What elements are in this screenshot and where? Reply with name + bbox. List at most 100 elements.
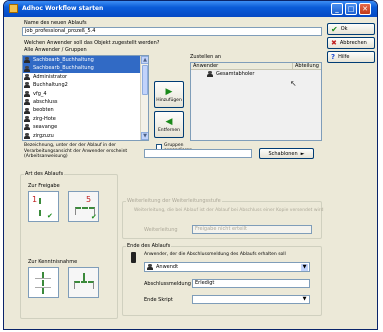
chevron-down-icon: ▼: [302, 296, 307, 302]
column-abteilung[interactable]: Abteilung: [293, 63, 321, 69]
maximize-button[interactable]: □: [345, 3, 357, 15]
scroll-down-arrow[interactable]: ▼: [141, 132, 148, 140]
all-users-list[interactable]: Sachbearb_Buchhaltung Sachbearb_Buchhaltu…: [22, 55, 149, 141]
user-icon: [24, 90, 30, 97]
list-item-label: Sachbearb_Buchhaltung: [33, 57, 94, 63]
user-icon: [24, 115, 30, 122]
workflow-app-icon: [9, 4, 18, 13]
end-question: Anwender, der die Abschlussmeldung des A…: [144, 252, 286, 257]
cancel-label: Abbrechen: [339, 40, 367, 46]
list-item-label: seavange: [33, 124, 58, 131]
check-icon: ✔: [331, 24, 338, 34]
recipients-question: Welchen Anwender soll das Objekt zugeste…: [24, 40, 160, 46]
list-item-label: zirg-Hote: [33, 115, 56, 122]
question-icon: ?: [331, 53, 336, 61]
end-user-select[interactable]: Anwendt ▼: [144, 262, 310, 272]
minimize-button[interactable]: _: [331, 3, 343, 15]
scroll-up-arrow[interactable]: ▲: [141, 56, 148, 64]
add-label: Hinzufügen: [156, 97, 182, 103]
circulation-serial-option[interactable]: [28, 267, 59, 298]
list-item-label: Administrator: [33, 73, 68, 80]
check-icon: ✔: [47, 212, 53, 220]
end-script-label: Ende Skript: [144, 297, 173, 303]
list-item[interactable]: zirgzuzu: [23, 132, 148, 140]
user-icon: [24, 99, 30, 106]
close-button[interactable]: ✕: [359, 3, 371, 15]
list-item[interactable]: beobten: [23, 106, 148, 114]
table-row[interactable]: Gesamtabholer: [191, 70, 321, 78]
remove-button[interactable]: ◀ Entfernen: [154, 111, 184, 138]
arrow-right-icon: ▶: [165, 86, 173, 97]
forwarding-info: Weiterleitung, die bei Ablauf ist der Ab…: [134, 208, 324, 213]
list-item[interactable]: Buchhaltung2: [23, 81, 148, 89]
traffic-light-icon: [131, 252, 136, 263]
description-input[interactable]: [144, 149, 252, 158]
forwarding-field-label: Weiterleitung: [144, 227, 178, 233]
assigned-users-table[interactable]: Anwender Abteilung Gesamtabholer ↖: [190, 62, 322, 141]
list-item-label: vfg_4: [33, 90, 47, 97]
cancel-button[interactable]: ✖ Abbrechen: [327, 37, 375, 49]
user-icon: [147, 264, 153, 270]
list-item-label: Buchhaltung2: [33, 82, 68, 89]
forwarding-group-label: Weiterleitung der Weiterleitungsstufe: [126, 198, 222, 204]
message-input[interactable]: Erledigt: [192, 279, 310, 288]
user-list-rows: Sachbearb_Buchhaltung Sachbearb_Buchhaltu…: [23, 56, 148, 140]
scroll-thumb[interactable]: [142, 65, 148, 95]
circulation-label: Zur Kenntnisnahme: [28, 259, 78, 265]
list-item-label: abschluss: [33, 98, 58, 105]
forwarding-input[interactable]: Freigabe nicht erteilt: [192, 225, 312, 234]
name-label: Name des neuen Ablaufs: [24, 20, 87, 26]
sequence-icon: 5: [86, 195, 92, 204]
window-title: Adhoc Workflow starten: [22, 5, 104, 12]
list-item[interactable]: zirg-Hote: [23, 115, 148, 123]
templates-button[interactable]: Schablonen ►: [259, 148, 314, 159]
user-icon: [207, 71, 213, 78]
x-icon: ✖: [331, 39, 337, 47]
end-user-value: Anwendt: [156, 264, 179, 270]
ok-button[interactable]: ✔ Ok: [327, 23, 375, 35]
column-anwender[interactable]: Anwender: [191, 63, 293, 69]
list-item[interactable]: abschluss: [23, 98, 148, 106]
workflow-dialog: Adhoc Workflow starten _ □ ✕ Name des ne…: [3, 0, 378, 330]
release-label: Zur Freigabe: [28, 183, 60, 189]
assign-to-label: Zustellen an: [190, 54, 222, 60]
end-script-select[interactable]: ▼: [192, 295, 310, 304]
user-icon: [24, 107, 30, 114]
list-item-label: Sachbearb_Buchhaltung: [33, 65, 94, 72]
user-icon: [24, 65, 30, 72]
templates-label: Schablonen: [268, 150, 298, 157]
circulation-parallel-option[interactable]: [68, 267, 99, 298]
list-item[interactable]: Sachbearb_Buchhaltung: [23, 64, 148, 73]
table-cell-anwender: Gesamtabholer: [216, 71, 255, 77]
table-header: Anwender Abteilung: [191, 63, 321, 70]
flow-type-label: Art des Ablaufs: [24, 171, 65, 177]
triangle-right-icon: ►: [300, 150, 305, 157]
add-button[interactable]: ▶ Hinzufügen: [154, 81, 184, 108]
user-icon: [24, 132, 30, 139]
help-button[interactable]: ? Hilfe: [327, 51, 375, 63]
message-label: Abschlussmeldung: [144, 281, 191, 287]
user-list-scrollbar[interactable]: ▲ ▼: [140, 56, 148, 140]
list-item[interactable]: Administrator: [23, 73, 148, 81]
end-group-label: Ende des Ablaufs: [126, 243, 172, 249]
description-label: Bezeichnung, unter der der Ablauf in der…: [24, 143, 128, 159]
release-serial-option[interactable]: 1 ✔: [28, 191, 59, 222]
check-icon: ✔: [91, 213, 97, 221]
list-item-label: zirgzuzu: [33, 132, 54, 139]
title-bar: Adhoc Workflow starten _ □ ✕: [4, 1, 377, 17]
user-icon: [24, 82, 30, 89]
help-label: Hilfe: [338, 54, 350, 60]
release-parallel-option[interactable]: 5 ✔: [68, 191, 99, 222]
arrow-left-icon: ◀: [165, 116, 173, 127]
remove-label: Entfernen: [157, 127, 181, 133]
mouse-cursor-icon: ↖: [290, 79, 297, 88]
user-icon: [24, 57, 30, 64]
sequence-icon: 1: [32, 195, 38, 204]
list-item[interactable]: vfg_4: [23, 90, 148, 98]
user-icon: [24, 124, 30, 131]
ok-label: Ok: [340, 26, 348, 32]
workflow-name-input[interactable]: job_professional_prozeß_5.4: [22, 27, 322, 36]
list-item[interactable]: Sachbearb_Buchhaltung: [23, 56, 148, 65]
user-icon: [24, 73, 30, 80]
list-item[interactable]: seavange: [23, 123, 148, 131]
